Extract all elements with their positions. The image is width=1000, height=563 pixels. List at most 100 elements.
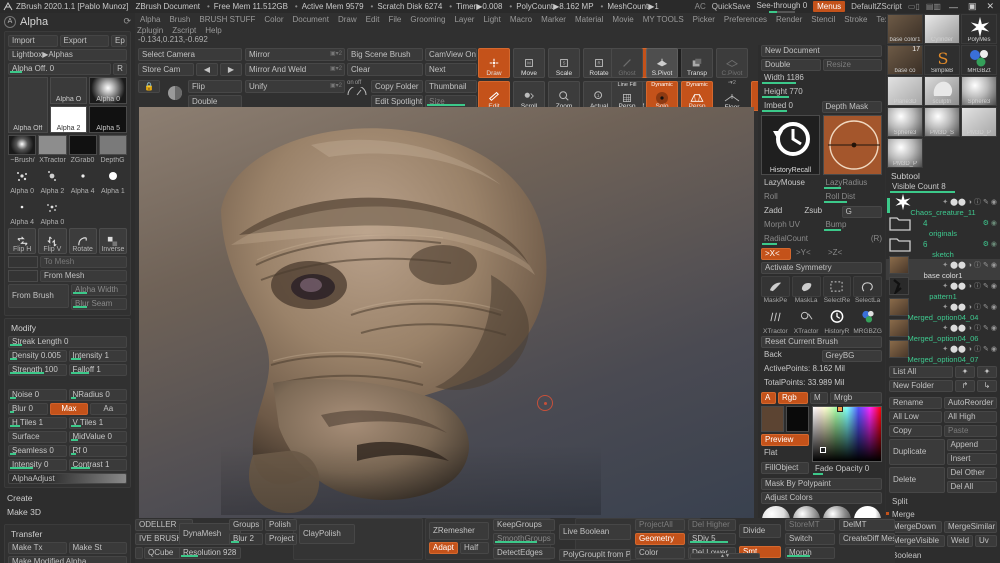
live-boolean-button[interactable]: Live Boolean	[559, 524, 631, 540]
sv-marker[interactable]	[819, 446, 826, 453]
submenu-item-zplugin[interactable]: Zplugin	[137, 26, 163, 35]
brush-icon[interactable]: ✎	[983, 282, 989, 290]
lazy-radius-pad[interactable]	[823, 115, 882, 175]
resolution-slider[interactable]: Resolution 928	[179, 547, 241, 559]
width-slider[interactable]: Width 1186	[761, 73, 882, 85]
toggle-icon[interactable]: ⬤⬤	[950, 198, 966, 206]
export-button[interactable]: Export	[59, 35, 109, 47]
brush-alpha-3[interactable]	[98, 135, 127, 155]
hue-marker[interactable]	[837, 406, 844, 412]
seamless-slider[interactable]: Seamless 0	[8, 445, 67, 457]
tool-thumbnail[interactable]: S SimpleB	[924, 45, 960, 75]
boolean-section-label[interactable]: Boolean	[886, 549, 1000, 562]
preview-button[interactable]: Preview	[761, 434, 809, 446]
subtool-row[interactable]: ✦ ⬤⬤ ◑ ⓘ ✎ ◉ Merged_option04_07	[886, 340, 1000, 364]
auto-reorder-button[interactable]: AutoReorder	[944, 397, 997, 409]
menu-item-stencil[interactable]: Stencil	[811, 15, 835, 24]
unify-button[interactable]: Unify ▣▾2	[245, 80, 345, 93]
contrast-icon[interactable]: ◑	[968, 325, 972, 332]
tool-thumbnail[interactable]: PolyMes	[961, 14, 997, 44]
store-cam-button[interactable]: Store Cam	[138, 63, 194, 76]
eye-icon[interactable]: ◉	[991, 261, 997, 269]
divide-button[interactable]: Divide	[739, 524, 781, 538]
toggle-icon[interactable]: ⬤⬤	[950, 282, 966, 290]
midvalue-slider[interactable]: MidValue 0	[68, 431, 127, 443]
menu-item-grooming[interactable]: Grooming	[410, 15, 445, 24]
modify-intensity-slider[interactable]: Intensity 0	[8, 459, 67, 471]
scale-mode-button[interactable]: S Scale	[548, 48, 580, 78]
move-up-icon[interactable]: ✦	[955, 366, 975, 378]
lock-icon[interactable]: 🔒	[138, 80, 160, 93]
axis-x-button[interactable]: >X<	[761, 248, 791, 260]
blur-slider[interactable]: Blur 0	[8, 403, 49, 415]
flip-h-button[interactable]: Flip H	[8, 228, 37, 254]
claypolish-button[interactable]: ClayPolish	[299, 524, 355, 544]
contrast-icon[interactable]: ◑	[968, 262, 972, 269]
flat-button[interactable]: Flat	[761, 448, 809, 460]
subtool-row[interactable]: ✦ ⬤⬤ ◑ ⓘ ✎ ◉ Chaos_creature_11	[886, 193, 1000, 217]
half-button[interactable]: Half	[460, 542, 489, 554]
canvas-viewport[interactable]	[139, 107, 754, 518]
brush-icon[interactable]: ✎	[983, 324, 989, 332]
info-icon[interactable]: ⓘ	[974, 260, 981, 270]
sphere-shade-icon[interactable]	[167, 85, 183, 103]
polypaint-icon[interactable]: ✦	[942, 282, 948, 290]
height-slider[interactable]: Height 770	[761, 87, 882, 99]
create-diff-mesh-button[interactable]: CreateDiff Mesh	[839, 533, 895, 545]
insert-button[interactable]: Insert	[946, 453, 997, 465]
alpha-swatch-5[interactable]: Alpha 5	[89, 106, 128, 133]
menu-item-material[interactable]: Material	[575, 15, 603, 24]
axis-y-button[interactable]: >Y<	[793, 248, 823, 260]
alpha-icon-4[interactable]: Alpha 4	[8, 197, 36, 226]
submenu-item-help[interactable]: Help	[205, 26, 221, 35]
tool-thumbnail[interactable]: Sphere3	[887, 107, 923, 137]
mask-by-polypaint-button[interactable]: Mask By Polypaint	[761, 478, 882, 490]
toggle-icon[interactable]: ⬤⬤	[950, 345, 966, 353]
tool-thumbnail[interactable]: Sphere3	[961, 76, 997, 106]
subtool-icon-strip[interactable]: ⚙ ◉	[983, 240, 997, 248]
subtool-icon-strip[interactable]: ✦ ⬤⬤ ◑ ⓘ ✎ ◉	[942, 197, 997, 207]
subtool-icon-strip[interactable]: ⚙ ◉	[983, 219, 997, 227]
tool-thumbnail[interactable]: Plane3D	[887, 76, 923, 106]
menu-item-preferences[interactable]: Preferences	[724, 15, 767, 24]
subtool-icon-strip[interactable]: ✦ ⬤⬤ ◑ ⓘ ✎ ◉	[942, 281, 997, 291]
eye-icon[interactable]: ◉	[991, 303, 997, 311]
alpha-swatch-o[interactable]: Alpha O	[49, 77, 88, 104]
alpha-icon-0[interactable]: Alpha 0	[8, 166, 36, 195]
flip-button[interactable]: Flip	[188, 80, 242, 93]
detectedges-button[interactable]: DetectEdges	[493, 547, 555, 559]
info-icon[interactable]: ⓘ	[974, 323, 981, 333]
menu-item-alpha[interactable]: Alpha	[140, 15, 160, 24]
alpha-swatch-0[interactable]: Alpha 0	[89, 77, 128, 104]
brush-alpha-2[interactable]	[68, 135, 97, 155]
rgb-channel-button[interactable]: Rgb	[778, 392, 808, 404]
contrast-icon[interactable]: ◑	[968, 304, 972, 311]
make-tx-button[interactable]: Make Tx	[8, 542, 67, 554]
alpha-icon-1[interactable]: Alpha 2	[38, 166, 66, 195]
v-tiles-slider[interactable]: V Tiles 1	[68, 417, 127, 429]
minimize-button[interactable]: —	[947, 2, 960, 12]
del-other-button[interactable]: Del Other	[946, 467, 997, 479]
next-cam-button[interactable]: ▶	[220, 63, 242, 76]
axis-z-button[interactable]: >Z<	[825, 248, 882, 260]
lazy-radius-slider[interactable]: LazyRadius	[823, 178, 883, 190]
rotate-button[interactable]: Rotate	[68, 228, 97, 254]
brush-alpha-0[interactable]	[8, 135, 37, 155]
double-button[interactable]: Double	[761, 59, 821, 71]
menu-item-stroke[interactable]: Stroke	[844, 15, 867, 24]
menu-item-light[interactable]: Light	[483, 15, 500, 24]
adjust-colors-button[interactable]: Adjust Colors	[761, 492, 882, 504]
tool-thumbnail[interactable]: base color1	[887, 14, 923, 44]
menu-item-brush[interactable]: Brush	[169, 15, 190, 24]
from-mesh-thumb[interactable]	[8, 270, 38, 282]
info-icon[interactable]: ⓘ	[974, 197, 981, 207]
xtractor-icon-2[interactable]: XTractor	[792, 306, 821, 335]
paste-button[interactable]: Paste	[944, 425, 997, 437]
del-all-button[interactable]: Del All	[946, 481, 997, 493]
ep-button[interactable]: Ep	[111, 35, 127, 47]
toggle-icon[interactable]: ⬤⬤	[950, 303, 966, 311]
layout-icon-2[interactable]: ▤▥	[926, 2, 941, 11]
tool-thumbnail[interactable]: sculptri	[924, 76, 960, 106]
zadd-button[interactable]: Zadd	[761, 206, 799, 218]
store-mt-button[interactable]: StoreMT	[785, 519, 835, 531]
